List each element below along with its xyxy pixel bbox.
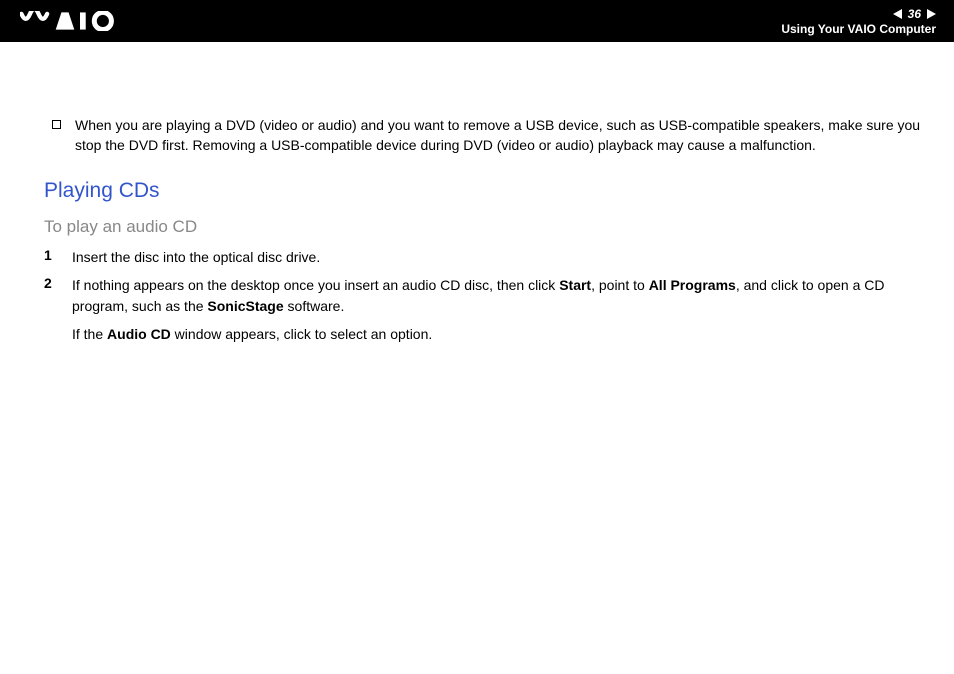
section-heading: Playing CDs <box>44 179 924 203</box>
step-1: 1 Insert the disc into the optical disc … <box>44 247 924 267</box>
bullet-text: When you are playing a DVD (video or aud… <box>75 116 924 155</box>
sub-heading: To play an audio CD <box>44 217 924 237</box>
numbered-list: 1 Insert the disc into the optical disc … <box>44 247 924 344</box>
page-header: 36 Using Your VAIO Computer <box>0 0 954 42</box>
bullet-item: When you are playing a DVD (video or aud… <box>52 116 924 155</box>
page-content: When you are playing a DVD (video or aud… <box>0 42 954 374</box>
page-nav: 36 <box>893 7 936 21</box>
next-page-arrow-icon[interactable] <box>927 9 936 19</box>
header-section-title: Using Your VAIO Computer <box>781 22 936 36</box>
header-right: 36 Using Your VAIO Computer <box>781 7 936 36</box>
step-2: 2 If nothing appears on the desktop once… <box>44 275 924 316</box>
step-number: 2 <box>44 275 72 291</box>
page-number: 36 <box>908 7 921 21</box>
step-text: Insert the disc into the optical disc dr… <box>72 247 320 267</box>
step-text: If nothing appears on the desktop once y… <box>72 275 924 316</box>
prev-page-arrow-icon[interactable] <box>893 9 902 19</box>
step-follow-text: If the Audio CD window appears, click to… <box>72 324 924 344</box>
step-number: 1 <box>44 247 72 263</box>
bullet-marker-icon <box>52 120 61 129</box>
vaio-logo <box>20 11 120 31</box>
